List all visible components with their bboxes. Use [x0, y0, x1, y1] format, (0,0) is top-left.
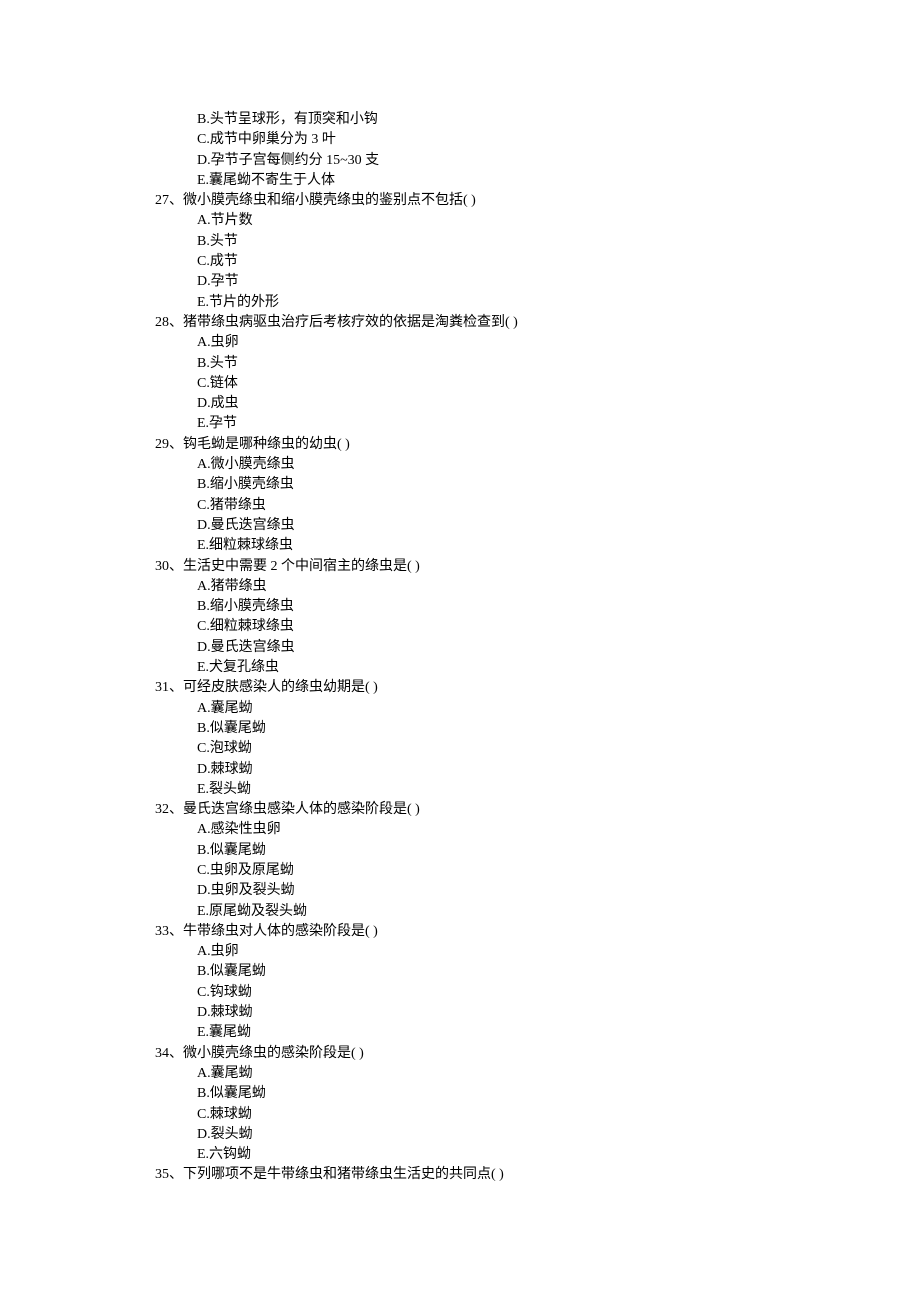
question-line: 34、微小膜壳绦虫的感染阶段是( ) — [155, 1044, 765, 1064]
question-line: 29、钩毛蚴是哪种绦虫的幼虫( ) — [155, 435, 765, 455]
option-line: D.孕节 — [155, 272, 765, 292]
option-line: C.细粒棘球绦虫 — [155, 617, 765, 637]
question-line: 32、曼氏迭宫绦虫感染人体的感染阶段是( ) — [155, 800, 765, 820]
option-line: E.囊尾蚴不寄生于人体 — [155, 171, 765, 191]
option-line: D.孕节子宫每侧约分 15~30 支 — [155, 151, 765, 171]
option-line: E.裂头蚴 — [155, 780, 765, 800]
document-page: B.头节呈球形，有顶突和小钩C.成节中卵巢分为 3 叶D.孕节子宫每侧约分 15… — [0, 0, 920, 1302]
option-line: E.细粒棘球绦虫 — [155, 536, 765, 556]
option-line: C.成节 — [155, 252, 765, 272]
option-line: C.棘球蚴 — [155, 1105, 765, 1125]
option-line: B.缩小膜壳绦虫 — [155, 475, 765, 495]
option-line: C.泡球蚴 — [155, 739, 765, 759]
option-line: D.成虫 — [155, 394, 765, 414]
option-line: B.缩小膜壳绦虫 — [155, 597, 765, 617]
option-line: B.似囊尾蚴 — [155, 719, 765, 739]
option-line: C.成节中卵巢分为 3 叶 — [155, 130, 765, 150]
option-line: B.似囊尾蚴 — [155, 962, 765, 982]
option-line: A.感染性虫卵 — [155, 820, 765, 840]
option-line: C.虫卵及原尾蚴 — [155, 861, 765, 881]
option-line: E.犬复孔绦虫 — [155, 658, 765, 678]
option-line: D.棘球蚴 — [155, 760, 765, 780]
question-line: 35、下列哪项不是牛带绦虫和猪带绦虫生活史的共同点( ) — [155, 1165, 765, 1185]
option-line: A.虫卵 — [155, 333, 765, 353]
question-line: 27、微小膜壳绦虫和缩小膜壳绦虫的鉴别点不包括( ) — [155, 191, 765, 211]
option-line: E.孕节 — [155, 414, 765, 434]
option-line: E.节片的外形 — [155, 293, 765, 313]
question-line: 31、可经皮肤感染人的绦虫幼期是( ) — [155, 678, 765, 698]
option-line: C.钩球蚴 — [155, 983, 765, 1003]
option-line: D.棘球蚴 — [155, 1003, 765, 1023]
option-line: B.似囊尾蚴 — [155, 841, 765, 861]
option-line: B.头节 — [155, 354, 765, 374]
option-line: D.曼氏迭宫绦虫 — [155, 638, 765, 658]
option-line: A.节片数 — [155, 211, 765, 231]
option-line: A.囊尾蚴 — [155, 1064, 765, 1084]
question-line: 28、猪带绦虫病驱虫治疗后考核疗效的依据是淘粪检查到( ) — [155, 313, 765, 333]
option-line: A.虫卵 — [155, 942, 765, 962]
option-line: D.裂头蚴 — [155, 1125, 765, 1145]
option-line: B.头节 — [155, 232, 765, 252]
option-line: A.囊尾蚴 — [155, 699, 765, 719]
option-line: D.虫卵及裂头蚴 — [155, 881, 765, 901]
option-line: E.原尾蚴及裂头蚴 — [155, 902, 765, 922]
option-line: E.六钩蚴 — [155, 1145, 765, 1165]
question-line: 33、牛带绦虫对人体的感染阶段是( ) — [155, 922, 765, 942]
question-line: 30、生活史中需要 2 个中间宿主的绦虫是( ) — [155, 557, 765, 577]
option-line: D.曼氏迭宫绦虫 — [155, 516, 765, 536]
option-line: B.似囊尾蚴 — [155, 1084, 765, 1104]
option-line: A.微小膜壳绦虫 — [155, 455, 765, 475]
option-line: E.囊尾蚴 — [155, 1023, 765, 1043]
option-line: A.猪带绦虫 — [155, 577, 765, 597]
option-line: C.链体 — [155, 374, 765, 394]
option-line: B.头节呈球形，有顶突和小钩 — [155, 110, 765, 130]
option-line: C.猪带绦虫 — [155, 496, 765, 516]
